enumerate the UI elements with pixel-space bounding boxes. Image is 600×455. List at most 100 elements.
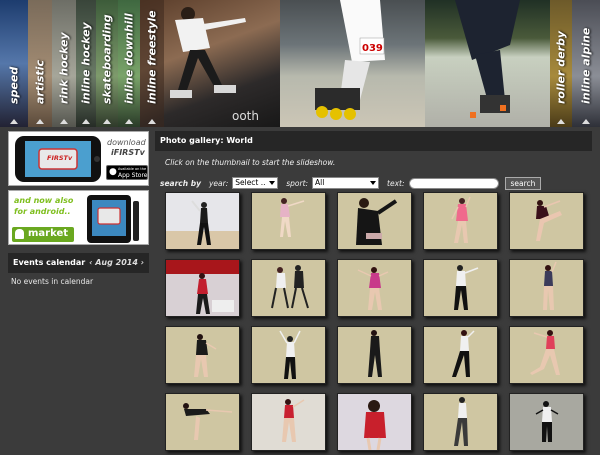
year-select[interactable]: Select .. [232,177,279,189]
sport-strip-inline-alpine[interactable]: inline alpine [572,0,600,127]
skater-photo [357,267,389,310]
photo-gallery: Photo gallery: World Click on the thumbn… [155,131,592,451]
skater-photo [452,330,475,377]
page: ooth 039 speed artistic rink hockey inli… [0,0,600,455]
search-button[interactable]: search [504,176,542,190]
sport-strip-skateboarding[interactable]: skateboarding [96,0,118,127]
thumbnail[interactable] [337,326,412,384]
ios-promo-line1: download [107,138,146,147]
gallery-title: Photo gallery: World [160,136,253,145]
sport-select[interactable]: All [312,177,380,189]
sport-label: sport: [286,178,309,188]
skater-photo [166,260,239,314]
thumbnail[interactable] [423,192,498,250]
left-sidebar: FIRSTv download iFIRSTv ● Available on t… [8,131,149,290]
year-label: year: [208,178,229,188]
thumbnail[interactable] [509,259,584,317]
thumbnail[interactable] [165,259,240,317]
sport-strip-speed[interactable]: speed [0,0,28,127]
ios-tv-logo-text: FIRSTv [47,154,73,162]
search-by-label: search by [160,178,201,188]
chevron-up-icon [103,119,111,124]
events-calendar-body: No events in calendar [8,273,149,290]
events-calendar-header: Events calendar ‹ Aug 2014 › [8,253,149,273]
android-app-promo[interactable]: and now also for android.. market [8,190,149,245]
sport-strip-inline-alpine-label: inline alpine [579,27,593,104]
skater-photo [454,265,479,310]
bib-number: 039 [362,43,383,54]
sport-strip-artistic[interactable]: artistic [28,0,52,127]
sport-strip-inline-hockey[interactable]: inline hockey [76,0,96,127]
sport-strip-inline-hockey-label: inline hockey [79,22,93,104]
thumbnail[interactable] [251,326,326,384]
sport-strip-roller-derby[interactable]: roller derby [550,0,572,127]
skater-photo [279,330,301,379]
app-store-label: App Store [118,172,148,179]
sport-strip-rink-hockey-label: rink hockey [57,32,71,104]
sport-strip-inline-downhill[interactable]: inline downhill [118,0,140,127]
thumbnail[interactable] [337,192,412,250]
thumbnail[interactable] [337,259,412,317]
app-store-small-label: Available on the [118,167,147,171]
chevron-up-icon [10,119,18,124]
chevron-up-icon [82,119,90,124]
skater-photo [543,261,557,310]
skater-photo [364,400,386,450]
thumbnail[interactable] [165,326,240,384]
skater-photo [183,403,233,440]
skater-photo [530,330,560,375]
thumbnail[interactable] [423,326,498,384]
thumbnail[interactable] [423,259,498,317]
apple-icon: ● [109,167,117,177]
calendar-prev-button[interactable]: ‹ [89,258,92,267]
thumbnail[interactable] [509,192,584,250]
skater-photo [536,200,562,241]
thumbnail[interactable] [251,192,326,250]
events-calendar-title: Events calendar [13,258,86,267]
skater-photo [166,200,239,249]
calendar-month-label: Aug 2014 [95,258,138,267]
year-select-value: Select .. [235,178,266,187]
thumbnail[interactable] [251,259,326,317]
search-text-input[interactable] [408,177,499,189]
skater-photo [368,330,382,377]
skater-photo [271,265,309,309]
chevron-up-icon [148,119,156,124]
chevron-down-icon [370,181,377,185]
chevron-up-icon [557,119,565,124]
skater-photo [282,399,305,442]
skater-photo [451,196,471,243]
thumbnail[interactable] [423,393,498,451]
calendar-month-nav: ‹ Aug 2014 › [89,253,144,273]
sport-select-value: All [315,178,325,187]
thumbnail[interactable] [251,393,326,451]
calendar-next-button[interactable]: › [141,258,144,267]
gallery-hint: Click on the thumbnail to start the slid… [165,158,336,167]
app-store-badge[interactable]: ● Available on the App Store [106,165,148,180]
skater-photo [194,334,217,377]
skater-photo [535,401,559,442]
chevron-down-icon [269,181,276,185]
skater-photo [280,198,305,237]
chevron-up-icon [60,119,68,124]
thumbnail[interactable] [165,393,240,451]
android-phone-icon [87,195,139,243]
thumbnail[interactable] [337,393,412,451]
top-banner: ooth 039 speed artistic rink hockey inli… [0,0,600,127]
sport-strip-inline-freestyle-label: inline freestyle [145,10,159,104]
ios-app-promo[interactable]: FIRSTv download iFIRSTv ● Available on t… [8,131,149,186]
sport-strip-rink-hockey[interactable]: rink hockey [52,0,76,127]
skater-photo [356,198,398,245]
chevron-up-icon [125,119,133,124]
thumbnail[interactable] [509,393,584,451]
sport-strip-inline-downhill-label: inline downhill [122,13,136,104]
gallery-search-bar: search by year: Select .. sport: All tex… [155,172,592,194]
ios-promo-line2: iFIRSTv [111,148,145,157]
sport-strip-speed-label: speed [7,66,21,104]
chevron-up-icon [582,119,590,124]
sport-strip-skateboarding-label: skateboarding [100,14,114,104]
thumbnail[interactable] [165,192,240,250]
sport-strip-inline-freestyle[interactable]: inline freestyle [140,0,164,127]
thumbnail[interactable] [509,326,584,384]
svg-text:ooth: ooth [232,109,259,123]
